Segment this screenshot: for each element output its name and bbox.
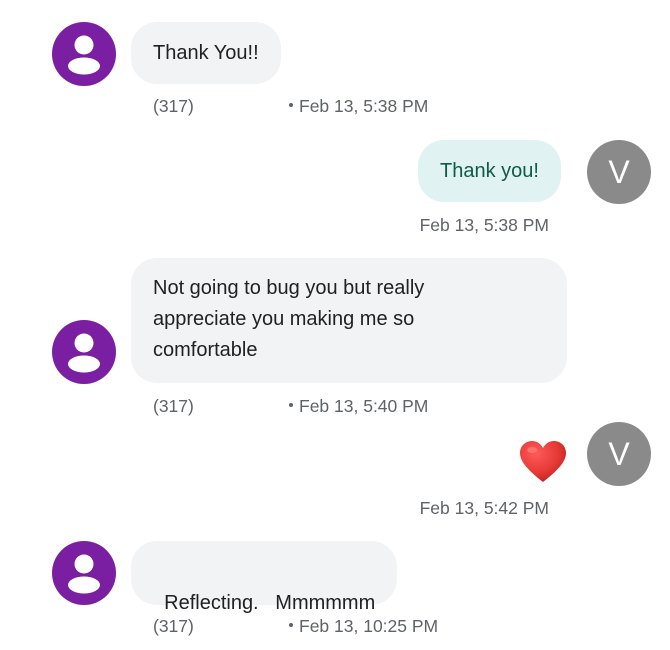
message-text: Thank you!	[440, 160, 539, 182]
message-sender: (317)	[153, 616, 194, 636]
separator-dot	[289, 403, 293, 408]
timestamp-text: Feb 13, 10:25 PM	[299, 616, 439, 636]
contact-avatar[interactable]	[52, 541, 116, 605]
message-timestamp: Feb 13, 5:42 PM	[419, 498, 549, 518]
person-icon	[68, 333, 100, 373]
message-bubble[interactable]: Not going to bug you but really apprecia…	[131, 258, 567, 383]
message-text: Thank You!!	[153, 42, 259, 64]
message-timestamp: Feb 13, 5:38 PM	[289, 96, 428, 117]
message-bubble[interactable]: Thank You!!	[131, 22, 281, 84]
contact-avatar[interactable]	[52, 320, 116, 384]
message-bubble[interactable]: Reflecting. Mmmmmm	[131, 541, 398, 614]
heart-icon[interactable]	[519, 440, 567, 484]
separator-dot	[289, 623, 293, 628]
user-avatar[interactable]: V	[587, 422, 651, 486]
person-icon	[68, 35, 100, 75]
timestamp-text: Feb 13, 5:40 PM	[299, 396, 429, 416]
message-line: Not going to bug you but really	[153, 277, 425, 299]
message-sender: (317)	[153, 96, 194, 116]
message-timestamp: Feb 13, 10:25 PM	[289, 616, 438, 637]
separator-dot	[289, 103, 293, 108]
message-bubble[interactable]: Thank you!	[418, 140, 561, 202]
contact-avatar[interactable]	[52, 22, 116, 86]
message-sender: (317)	[153, 396, 194, 416]
message-timestamp: Feb 13, 5:38 PM	[419, 215, 549, 235]
user-avatar[interactable]: V	[587, 140, 651, 204]
message-line: appreciate you making me so	[153, 308, 415, 330]
message-line: comfortable	[153, 339, 258, 361]
message-timestamp: Feb 13, 5:40 PM	[289, 396, 428, 417]
person-icon	[68, 554, 100, 594]
message-text: Reflecting. Mmmmmm	[164, 592, 376, 614]
timestamp-text: Feb 13, 5:38 PM	[299, 96, 429, 116]
